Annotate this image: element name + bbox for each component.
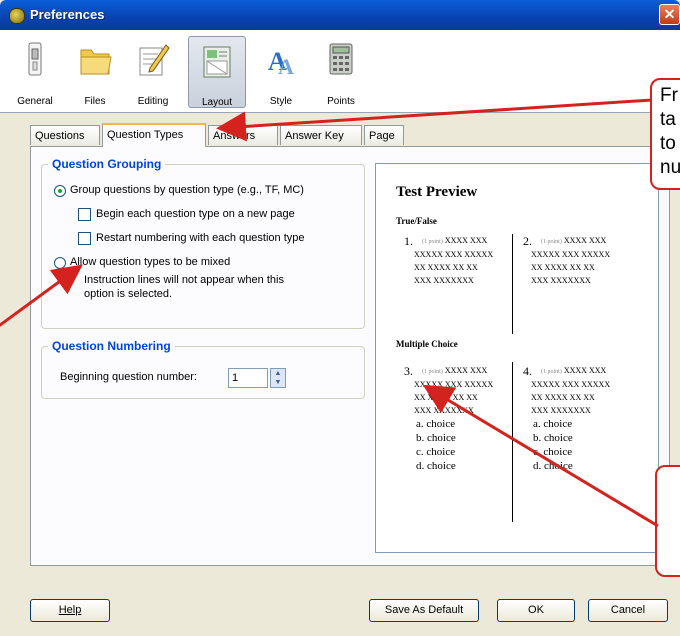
arrow-to-answers-tab bbox=[216, 98, 653, 142]
arrow-to-preview-q3 bbox=[422, 384, 659, 528]
callout-arrows bbox=[0, 98, 659, 528]
arrow-to-restart-numbering bbox=[0, 264, 83, 327]
tab-question-types[interactable]: Question Types bbox=[102, 123, 206, 147]
